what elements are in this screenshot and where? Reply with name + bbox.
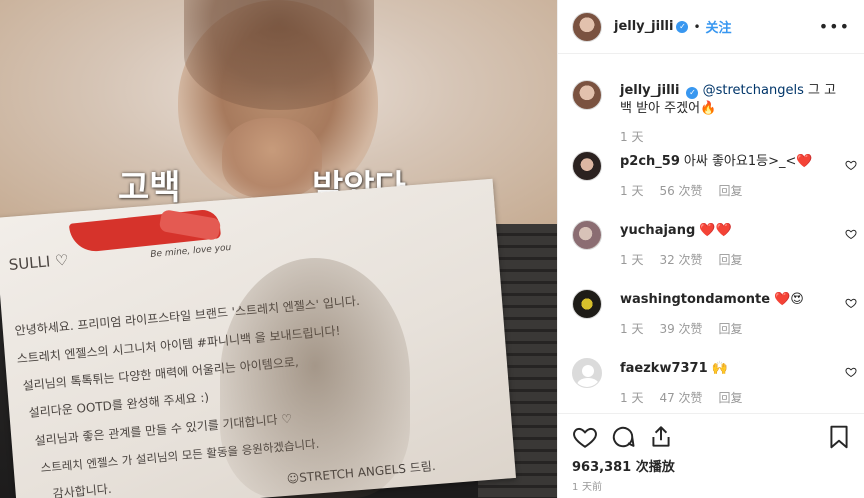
hair-image xyxy=(184,0,374,110)
comment-text: faezkw7371 🙌 xyxy=(620,360,845,378)
avatar[interactable] xyxy=(572,289,602,319)
comment-body: 🙌 xyxy=(711,361,728,376)
comment-likes[interactable]: 39 次赞 xyxy=(659,322,702,336)
avatar[interactable] xyxy=(572,80,602,110)
post-caption: jelly_jilli ✓ @stretchangels 그 고백 받아 주겠어🔥… xyxy=(572,80,857,150)
comment-text: p2ch_59 아싸 좋아요1등>_<❤️ xyxy=(620,153,845,171)
post-header: jelly_jilli ✓ • 关注 ••• xyxy=(558,0,864,54)
comment-heart-icon[interactable] xyxy=(845,297,857,309)
comment-heart-icon[interactable] xyxy=(845,228,857,240)
avatar[interactable] xyxy=(572,220,602,250)
comment-icon[interactable] xyxy=(610,424,636,450)
header-username[interactable]: jelly_jilli xyxy=(614,19,673,34)
comments-list[interactable]: jelly_jilli ✓ @stretchangels 그 고백 받아 주겠어🔥… xyxy=(558,55,864,413)
reply-button[interactable]: 回复 xyxy=(719,253,743,267)
comment-body: 아싸 좋아요1등>_<❤️ xyxy=(683,154,813,169)
comment-username[interactable]: faezkw7371 xyxy=(620,361,708,376)
comment-body: ❤️😍 xyxy=(774,292,804,307)
heart-icon[interactable] xyxy=(572,424,598,450)
comment-heart-icon[interactable] xyxy=(845,159,857,171)
comment-username[interactable]: p2ch_59 xyxy=(620,154,680,169)
share-icon[interactable] xyxy=(648,424,674,450)
comment-item: faezkw7371 🙌 1 天 47 次赞 回复 xyxy=(572,358,857,413)
comment-text: washingtondamonte ❤️😍 xyxy=(620,291,845,309)
comment-likes[interactable]: 47 次赞 xyxy=(659,391,702,405)
separator-dot: • xyxy=(693,19,701,34)
reply-button[interactable]: 回复 xyxy=(719,391,743,405)
comment-meta: 1 天 39 次赞 回复 xyxy=(620,320,759,337)
video-caption-left: 고백 xyxy=(118,168,181,208)
comment-item: p2ch_59 아싸 좋아요1등>_<❤️ 1 天 56 次赞 回复 xyxy=(572,151,857,211)
comment-meta: 1 天 56 次赞 回复 xyxy=(620,182,759,199)
bookmark-icon[interactable] xyxy=(826,424,852,450)
more-options-icon[interactable]: ••• xyxy=(819,17,850,36)
comment-time[interactable]: 1 天 xyxy=(620,253,643,267)
avatar[interactable] xyxy=(572,151,602,181)
post-media[interactable]: 고백 받았다 SULLI ♡ Be mine, love you 안녕하세요. … xyxy=(0,0,557,498)
instagram-post: 고백 받았다 SULLI ♡ Be mine, love you 안녕하세요. … xyxy=(0,0,864,498)
comment-username[interactable]: yuchajang xyxy=(620,223,695,238)
comment-meta: 1 天 32 次赞 回复 xyxy=(620,251,759,268)
post-actions: 963,381 次播放 1 天前 xyxy=(558,413,864,498)
comment-time[interactable]: 1 天 xyxy=(620,322,643,336)
hand-shadow xyxy=(220,258,410,498)
comment-heart-icon[interactable] xyxy=(845,366,857,378)
comment-likes[interactable]: 32 次赞 xyxy=(659,253,702,267)
mention-link[interactable]: @stretchangels xyxy=(703,83,804,98)
post-side-panel: jelly_jilli ✓ • 关注 ••• jelly_jilli ✓ @str… xyxy=(557,0,864,498)
reply-button[interactable]: 回复 xyxy=(719,184,743,198)
post-timestamp[interactable]: 1 天前 xyxy=(572,478,602,493)
caption-time[interactable]: 1 天 xyxy=(620,130,643,144)
caption-username[interactable]: jelly_jilli xyxy=(620,83,679,98)
comment-text: yuchajang ❤️❤️ xyxy=(620,222,845,240)
follow-button[interactable]: 关注 xyxy=(706,17,732,36)
view-count[interactable]: 963,381 次播放 xyxy=(572,456,675,475)
verified-badge-icon: ✓ xyxy=(676,20,689,33)
caption-meta: 1 天 xyxy=(620,128,659,145)
comment-time[interactable]: 1 天 xyxy=(620,184,643,198)
comment-username[interactable]: washingtondamonte xyxy=(620,292,770,307)
comment-time[interactable]: 1 天 xyxy=(620,391,643,405)
comment-item: washingtondamonte ❤️😍 1 天 39 次赞 回复 xyxy=(572,289,857,349)
comment-meta: 1 天 47 次赞 回复 xyxy=(620,389,759,406)
caption-text: jelly_jilli ✓ @stretchangels 그 고백 받아 주겠어🔥 xyxy=(620,82,845,118)
reply-button[interactable]: 回复 xyxy=(719,322,743,336)
verified-badge-icon: ✓ xyxy=(686,87,699,99)
hands-image xyxy=(222,118,322,198)
avatar[interactable] xyxy=(572,358,602,388)
avatar[interactable] xyxy=(572,11,602,42)
comment-body: ❤️❤️ xyxy=(699,223,732,238)
comment-item: yuchajang ❤️❤️ 1 天 32 次赞 回复 xyxy=(572,220,857,280)
comment-likes[interactable]: 56 次赞 xyxy=(659,184,702,198)
